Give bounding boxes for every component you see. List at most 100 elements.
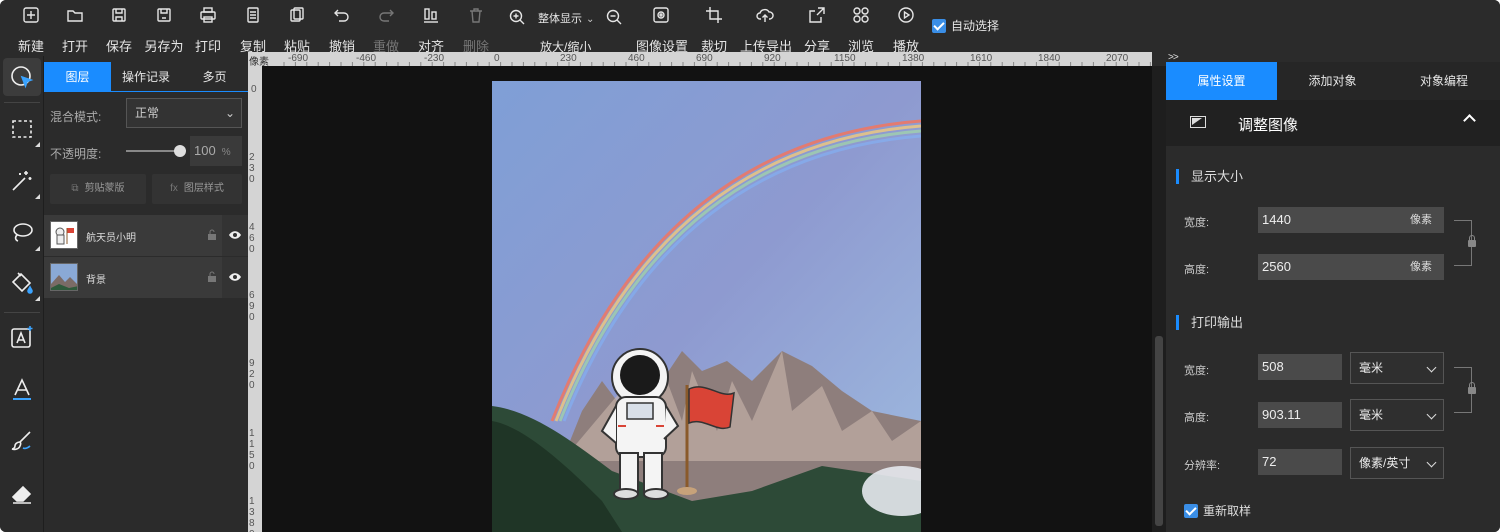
text-frame-tool[interactable] xyxy=(3,318,41,356)
open-button[interactable]: 打开 xyxy=(55,4,95,54)
browse-button[interactable]: 浏览 xyxy=(841,4,881,54)
align-button[interactable]: 对齐 xyxy=(411,4,451,54)
save-label: 保存 xyxy=(105,39,132,54)
magic-wand-tool[interactable] xyxy=(3,162,41,200)
print-height-unit-select[interactable]: 毫米 xyxy=(1350,399,1444,431)
document-image[interactable] xyxy=(492,81,921,532)
lock-open-icon[interactable] xyxy=(206,271,218,283)
new-button[interactable]: 新建 xyxy=(11,4,51,54)
text-outline-icon xyxy=(13,378,31,400)
lock-open-icon[interactable] xyxy=(206,229,218,241)
redo-button[interactable]: 重做 xyxy=(366,4,406,54)
eraser-tool[interactable] xyxy=(3,474,41,512)
share-icon xyxy=(809,7,825,23)
crop-button[interactable]: 裁切 xyxy=(694,4,734,54)
play-button[interactable]: 播放 xyxy=(886,4,926,54)
undo-icon xyxy=(334,9,349,22)
paint-bucket-icon xyxy=(11,272,33,294)
tab-history[interactable]: 操作记录 xyxy=(111,62,181,92)
zoom-mode-value: 整体显示 xyxy=(538,13,582,25)
print-width-input[interactable]: 508 xyxy=(1258,354,1342,380)
save-as-label: 另存为 xyxy=(144,39,184,54)
tab-properties[interactable]: 属性设置 xyxy=(1166,62,1277,100)
chevron-up-icon[interactable] xyxy=(1463,114,1476,127)
copy-button[interactable]: 复制 xyxy=(233,4,273,54)
tool-separator xyxy=(4,102,40,103)
print-height-input[interactable]: 903.11 xyxy=(1258,402,1342,428)
image-settings-button[interactable]: 图像设置 xyxy=(636,4,688,54)
lasso-tool[interactable] xyxy=(3,214,41,252)
property-tabs: 属性设置 添加对象 对象编程 xyxy=(1166,62,1500,100)
resolution-value: 72 xyxy=(1262,454,1277,469)
tab-add-object[interactable]: 添加对象 xyxy=(1277,62,1388,100)
print-button[interactable]: 打印 xyxy=(188,4,228,54)
vertical-ruler: 0 230 460 690 920 1150 1380 xyxy=(248,66,262,532)
clip-mask-button[interactable]: ⧉ 剪贴蒙版 xyxy=(50,174,146,204)
brush-tool[interactable] xyxy=(3,422,41,460)
save-button[interactable]: 保存 xyxy=(99,4,139,54)
layer-thumbnail-astronaut xyxy=(50,221,78,249)
paste-button[interactable]: 粘贴 xyxy=(277,4,317,54)
blend-mode-select[interactable]: 正常 ⌄ xyxy=(126,98,242,128)
eraser-icon xyxy=(11,485,32,504)
resample-checkbox[interactable]: 重新取样 xyxy=(1184,502,1251,519)
image-adjust-icon xyxy=(1190,116,1206,128)
resolution-input[interactable]: 72 xyxy=(1258,449,1342,475)
zoom-in-icon[interactable] xyxy=(509,9,525,25)
submenu-indicator xyxy=(35,246,40,251)
submenu-indicator xyxy=(35,296,40,301)
copy-icon xyxy=(247,7,259,23)
fill-tool[interactable] xyxy=(3,264,41,302)
layer-style-button[interactable]: fx 图层样式 xyxy=(152,174,242,204)
ruler-tick-label: 1150 xyxy=(249,428,255,472)
marquee-tool[interactable] xyxy=(3,110,41,148)
layer-row[interactable]: 航天员小明 xyxy=(44,215,248,256)
zoom-mode-select[interactable]: 整体显示 ⌄ xyxy=(538,10,594,26)
print-lock-icon[interactable] xyxy=(1468,382,1476,394)
new-label: 新建 xyxy=(17,39,44,54)
display-width-input[interactable]: 1440 像素 xyxy=(1258,207,1444,233)
print-width-unit-select[interactable]: 毫米 xyxy=(1350,352,1444,384)
print-width-value: 508 xyxy=(1262,359,1284,374)
print-height-unit: 毫米 xyxy=(1359,408,1384,422)
aspect-lock-icon[interactable] xyxy=(1468,235,1476,247)
play-icon xyxy=(898,7,914,23)
delete-button[interactable]: 删除 xyxy=(456,4,496,54)
eye-icon[interactable] xyxy=(228,272,242,282)
text-tool[interactable] xyxy=(3,370,41,408)
chevron-down-icon xyxy=(1426,409,1437,420)
ruler-tick-label: 460 xyxy=(249,222,255,255)
resolution-unit-select[interactable]: 像素/英寸 xyxy=(1350,447,1444,479)
tab-pages[interactable]: 多页 xyxy=(181,62,248,92)
tab-layers[interactable]: 图层 xyxy=(44,62,111,92)
save-as-button[interactable]: 另存为 xyxy=(144,4,184,54)
redo-icon xyxy=(379,9,394,22)
auto-select-checkbox[interactable]: 自动选择 xyxy=(932,17,999,34)
scrollbar-thumb[interactable] xyxy=(1155,336,1163,526)
opacity-label: 不透明度: xyxy=(50,147,102,161)
upload-export-button[interactable]: 上传导出 xyxy=(740,4,792,54)
opacity-input[interactable]: 100% xyxy=(190,136,242,166)
undo-button[interactable]: 撤销 xyxy=(322,4,362,54)
open-label: 打开 xyxy=(61,39,88,54)
checkbox-checked-icon xyxy=(932,19,946,33)
opacity-slider-track[interactable] xyxy=(126,150,180,152)
resample-label: 重新取样 xyxy=(1203,504,1252,518)
opacity-slider-thumb[interactable] xyxy=(174,145,186,157)
tab-object-programming[interactable]: 对象编程 xyxy=(1388,62,1500,100)
ruler-tick-label: 1380 xyxy=(249,496,255,532)
vertical-scrollbar[interactable] xyxy=(1152,66,1166,532)
eye-icon[interactable] xyxy=(228,230,242,240)
tool-separator xyxy=(4,312,40,313)
share-button[interactable]: 分享 xyxy=(797,4,837,54)
marquee-icon xyxy=(12,120,32,138)
adjust-image-header[interactable]: 调整图像 xyxy=(1166,100,1500,146)
cloud-upload-icon xyxy=(756,8,774,22)
landscape-scene xyxy=(492,81,921,532)
select-tool[interactable] xyxy=(3,58,41,96)
print-width-label: 宽度: xyxy=(1184,365,1210,377)
layer-row[interactable]: 背景 xyxy=(44,257,248,298)
blend-mode-value: 正常 xyxy=(135,106,160,120)
zoom-out-icon[interactable] xyxy=(606,9,622,25)
display-height-input[interactable]: 2560 像素 xyxy=(1258,254,1444,280)
